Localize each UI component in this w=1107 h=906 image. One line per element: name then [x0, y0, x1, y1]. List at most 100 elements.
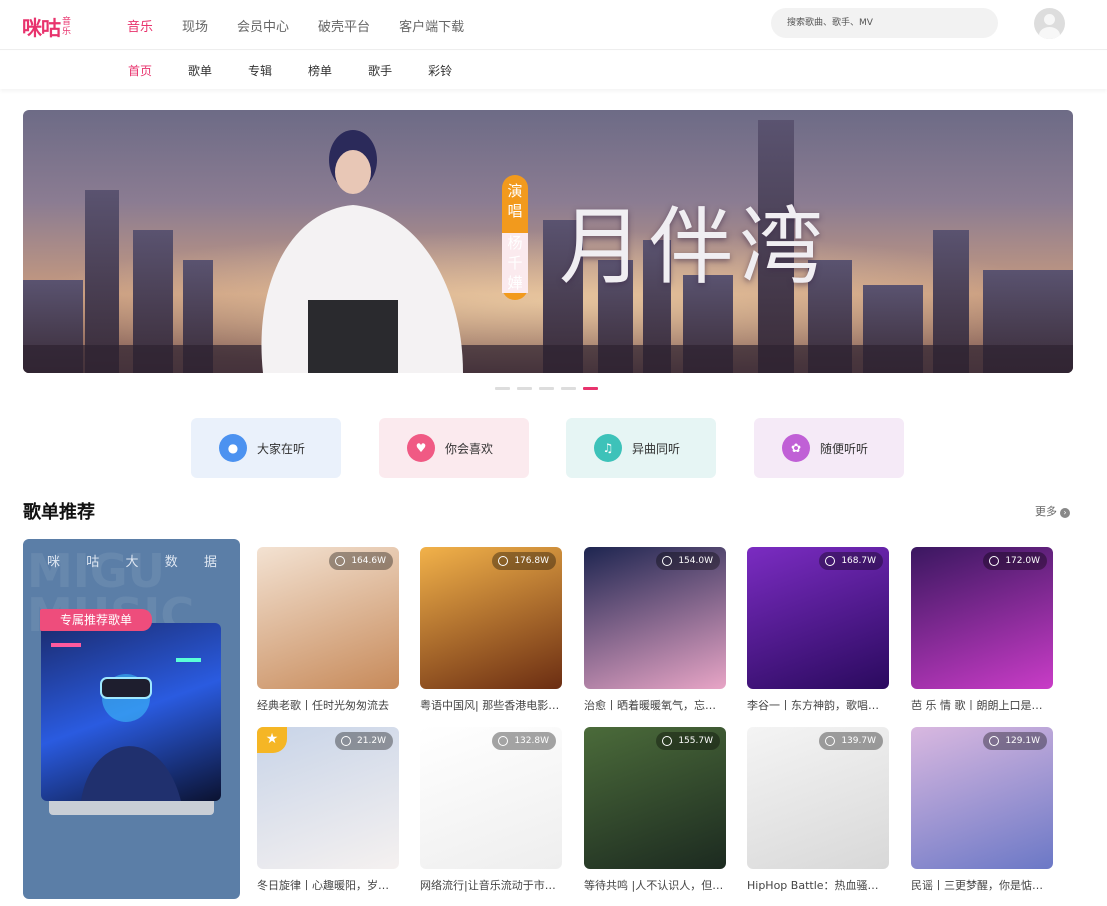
- playlist-caption[interactable]: 等待共鸣 |人不认识人，但歌认得: [584, 877, 726, 893]
- playlist-card[interactable]: ★ 21.2W 冬日旋律丨心趣暖阳，岁月静好: [257, 727, 399, 893]
- tag-line2: 杨千嬅: [502, 233, 528, 293]
- playlist-cover: 155.7W: [584, 727, 726, 869]
- subnav-charts[interactable]: 榜单: [308, 62, 332, 79]
- subnav-playlists[interactable]: 歌单: [188, 62, 212, 79]
- carousel-dot-4[interactable]: [561, 387, 576, 390]
- headphone-icon: [989, 736, 1000, 746]
- headphone-icon: [825, 736, 836, 746]
- logo-text: 咪咕: [22, 16, 61, 40]
- nav-download[interactable]: 客户端下载: [399, 16, 464, 35]
- playlist-card[interactable]: 155.7W 等待共鸣 |人不认识人，但歌认得: [584, 727, 726, 893]
- nav-vip[interactable]: 会员中心: [237, 16, 289, 35]
- singer-tag: 演唱 杨千嬅: [502, 175, 528, 300]
- subnav-albums[interactable]: 专辑: [248, 62, 272, 79]
- play-count: 172.0W: [983, 552, 1047, 570]
- section-title: 歌单推荐: [23, 502, 95, 523]
- play-count-text: 164.6W: [351, 556, 386, 566]
- playlist-caption[interactable]: 民谣丨三更梦醒，你是惦上心头的人: [911, 877, 1053, 893]
- headphone-icon: [825, 556, 836, 566]
- subnav-artists[interactable]: 歌手: [368, 62, 392, 79]
- star-icon: ★: [257, 727, 287, 753]
- tile-you-will-like[interactable]: ♥ 你会喜欢: [379, 418, 529, 478]
- nav-music[interactable]: 音乐: [127, 16, 153, 35]
- search-input[interactable]: [771, 8, 971, 38]
- arrow-right-icon: ›: [1060, 508, 1070, 518]
- play-count-text: 176.8W: [514, 556, 549, 566]
- flower-icon: ✿: [782, 434, 810, 462]
- feature-cover: [41, 623, 221, 801]
- play-count: 154.0W: [656, 552, 720, 570]
- carousel-dots: [495, 387, 605, 390]
- play-count-text: 21.2W: [357, 736, 386, 746]
- playlist-caption[interactable]: 李谷一丨东方神韵，歌唱太阳的女人: [747, 697, 889, 713]
- playlist-cover: 168.7W: [747, 547, 889, 689]
- feature-char: 咪: [47, 555, 61, 570]
- nav-platform[interactable]: 破壳平台: [318, 16, 370, 35]
- headphone-icon: [335, 556, 346, 566]
- heart-icon: ♥: [407, 434, 435, 462]
- play-count: 21.2W: [335, 732, 393, 750]
- feature-heading: 咪 咕 大 数 据: [47, 551, 217, 570]
- playlist-cover: 154.0W: [584, 547, 726, 689]
- play-count: 139.7W: [819, 732, 883, 750]
- carousel-dot-3[interactable]: [539, 387, 554, 390]
- playlist-card[interactable]: 132.8W 网络流行|让音乐流动于市井生活: [420, 727, 562, 893]
- play-count: 168.7W: [819, 552, 883, 570]
- top-bar: 咪咕 音乐 音乐 现场 会员中心 破壳平台 客户端下载: [0, 0, 1107, 50]
- play-count-text: 168.7W: [841, 556, 876, 566]
- playlist-card[interactable]: 176.8W 粤语中国风| 那些香港电影里的中国风: [420, 547, 562, 713]
- carousel-dot-5[interactable]: [583, 387, 598, 390]
- playlist-caption[interactable]: 治愈丨晒着暖暖氧气，忘了烦恼: [584, 697, 726, 713]
- headphone-icon: [662, 556, 673, 566]
- playlist-card[interactable]: 172.0W 芭 乐 情 歌丨朗朗上口是心动的信号: [911, 547, 1053, 713]
- more-label: 更多: [1035, 505, 1057, 518]
- playlist-caption[interactable]: HipHop Battle：热血骚动拉满: [747, 877, 889, 893]
- feature-char: 据: [203, 555, 217, 570]
- play-count-text: 155.7W: [678, 736, 713, 746]
- more-link[interactable]: 更多 ›: [1035, 503, 1070, 519]
- feature-char: 大: [125, 555, 139, 570]
- tile-label: 大家在听: [257, 441, 306, 456]
- feature-char: 数: [164, 555, 178, 570]
- play-count-text: 154.0W: [678, 556, 713, 566]
- nav-live[interactable]: 现场: [182, 16, 208, 35]
- avatar[interactable]: [1034, 8, 1065, 39]
- playlist-cover: 129.1W: [911, 727, 1053, 869]
- playlist-card[interactable]: 154.0W 治愈丨晒着暖暖氧气，忘了烦恼: [584, 547, 726, 713]
- playlist-caption[interactable]: 芭 乐 情 歌丨朗朗上口是心动的信号: [911, 697, 1053, 713]
- headphone-icon: [662, 736, 673, 746]
- tile-random-listen[interactable]: ✿ 随便听听: [754, 418, 904, 478]
- playlist-caption[interactable]: 经典老歌丨任时光匆匆流去: [257, 697, 399, 713]
- play-count: 129.1W: [983, 732, 1047, 750]
- tag-line1: 演唱: [507, 182, 523, 220]
- subnav-home[interactable]: 首页: [128, 62, 152, 79]
- playlist-card[interactable]: 129.1W 民谣丨三更梦醒，你是惦上心头的人: [911, 727, 1053, 893]
- play-count: 132.8W: [492, 732, 556, 750]
- playlist-caption[interactable]: 冬日旋律丨心趣暖阳，岁月静好: [257, 877, 399, 893]
- banner-skyline: [23, 120, 1073, 373]
- playlist-card[interactable]: 139.7W HipHop Battle：热血骚动拉满: [747, 727, 889, 893]
- headphone-icon: [498, 736, 509, 746]
- sub-nav: 首页 歌单 专辑 榜单 歌手 彩铃: [0, 51, 1107, 89]
- play-count-text: 172.0W: [1005, 556, 1040, 566]
- playlist-caption[interactable]: 网络流行|让音乐流动于市井生活: [420, 877, 562, 893]
- tile-everyone-listening[interactable]: ● 大家在听: [191, 418, 341, 478]
- tile-similar-songs[interactable]: ♫ 异曲同听: [566, 418, 716, 478]
- carousel-dot-2[interactable]: [517, 387, 532, 390]
- hero-banner[interactable]: 演唱 杨千嬅 月伴湾: [23, 110, 1073, 373]
- playlist-caption[interactable]: 粤语中国风| 那些香港电影里的中国风: [420, 697, 562, 713]
- playlist-card[interactable]: 164.6W 经典老歌丨任时光匆匆流去: [257, 547, 399, 713]
- playlist-card[interactable]: 168.7W 李谷一丨东方神韵，歌唱太阳的女人: [747, 547, 889, 713]
- logo[interactable]: 咪咕 音乐: [22, 12, 74, 41]
- top-nav: 音乐 现场 会员中心 破壳平台 客户端下载: [127, 16, 493, 35]
- carousel-dot-1[interactable]: [495, 387, 510, 390]
- tile-label: 随便听听: [820, 441, 869, 456]
- headphone-icon: [341, 736, 352, 746]
- play-count: 155.7W: [656, 732, 720, 750]
- water-drop-icon: ●: [219, 434, 247, 462]
- headphone-icon: [498, 556, 509, 566]
- play-count: 176.8W: [492, 552, 556, 570]
- featured-playlist[interactable]: MIGU MUSIC 咪 咕 大 数 据 专属推荐歌单: [23, 539, 240, 899]
- subnav-ringtones[interactable]: 彩铃: [428, 62, 452, 79]
- play-count-text: 129.1W: [1005, 736, 1040, 746]
